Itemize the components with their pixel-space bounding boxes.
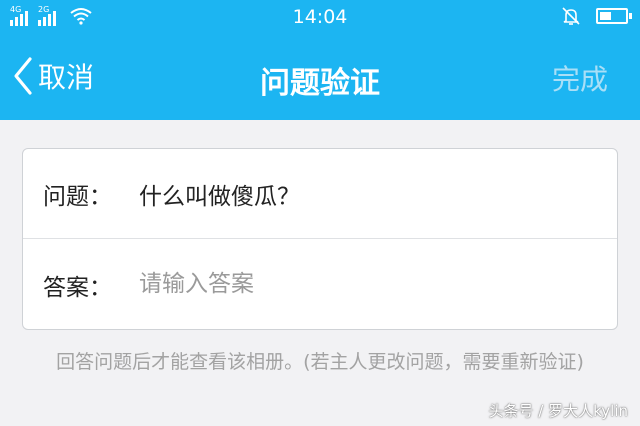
status-time: 14:04 <box>292 6 348 28</box>
done-button[interactable]: 完成 <box>552 58 608 98</box>
answer-row: 答案： <box>23 240 617 329</box>
answer-label: 答案： <box>43 274 112 301</box>
page-title: 问题验证 <box>260 66 380 101</box>
bell-muted-icon <box>562 7 580 25</box>
question-text: 什么叫做傻瓜？ <box>139 183 300 210</box>
nav-bar: 取消 问题验证 完成 <box>0 44 640 110</box>
question-label: 问题： <box>43 183 112 210</box>
hint-text: 回答问题后才能查看该相册。(若主人更改问题，需要重新验证) <box>56 351 584 373</box>
watermark: 头条号 / 罗大人kylin <box>488 402 628 420</box>
header: 4G 2G 14:04 取消 问题验证 完成 <box>0 0 640 120</box>
question-row: 问题： 什么叫做傻瓜？ <box>23 149 617 239</box>
battery-icon <box>596 8 632 24</box>
answer-input[interactable] <box>139 262 599 306</box>
status-bar: 4G 2G 14:04 <box>0 0 640 34</box>
verification-form: 问题： 什么叫做傻瓜？ 答案： <box>22 148 618 330</box>
